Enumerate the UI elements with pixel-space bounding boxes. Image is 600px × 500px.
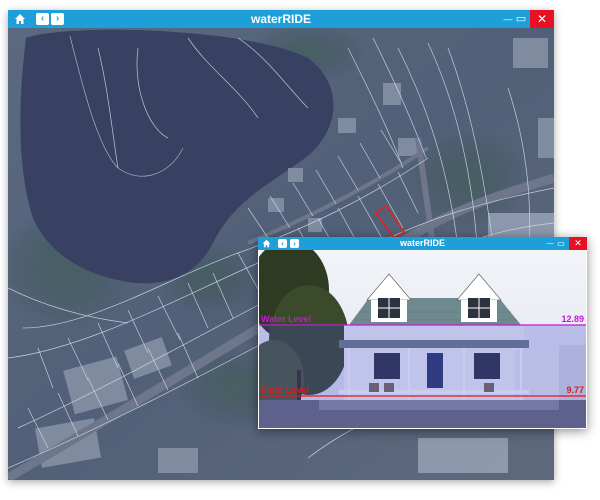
- maximize-icon: ▭: [515, 13, 527, 25]
- minimize-button[interactable]: —: [502, 12, 514, 26]
- floor-level-label: Floor Level: [261, 385, 310, 395]
- close-button[interactable]: ✕: [530, 10, 554, 28]
- house-photo: [259, 250, 586, 428]
- water-level-label: Water Level: [261, 314, 312, 324]
- popup-title: waterRIDE: [399, 238, 445, 248]
- main-titlebar: ‹ › waterRIDE — ▭ ✕: [8, 10, 554, 28]
- water-level-value: 12.89: [561, 314, 584, 324]
- close-button[interactable]: ✕: [569, 237, 587, 250]
- popup-titlebar: ‹ › waterRIDE — ▭ ✕: [258, 237, 587, 250]
- house-photo-view: Water Level 12.89 Floor Level 9.77: [259, 250, 586, 428]
- minimize-icon: —: [546, 240, 554, 247]
- close-icon: ✕: [574, 238, 582, 248]
- floor-level-value: 9.77: [566, 385, 584, 395]
- maximize-button[interactable]: ▭: [556, 238, 566, 249]
- close-icon: ✕: [536, 12, 548, 26]
- minimize-icon: —: [503, 14, 513, 24]
- maximize-icon: ▭: [557, 239, 565, 248]
- flood-overlay: [259, 325, 586, 428]
- minimize-button[interactable]: —: [545, 238, 555, 249]
- window-title: waterRIDE: [250, 12, 312, 26]
- maximize-button[interactable]: ▭: [515, 12, 527, 26]
- house-view-window: ‹ › waterRIDE — ▭ ✕ Water Level 12.89 Fl…: [258, 237, 587, 429]
